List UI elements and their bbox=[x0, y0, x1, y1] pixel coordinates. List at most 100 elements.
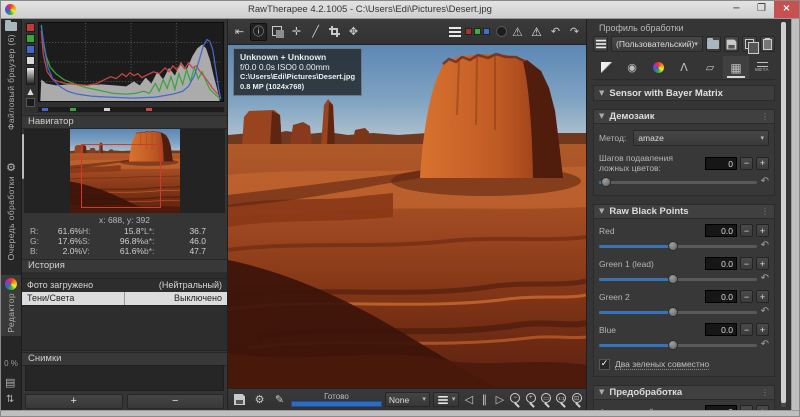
histogram-raw-toggle[interactable] bbox=[26, 98, 35, 107]
hand-tool-button[interactable]: ✥ bbox=[345, 23, 362, 41]
checkbox-checked-icon[interactable]: ✓ bbox=[599, 359, 610, 370]
tab-file-browser[interactable]: Файловый браузер (6) bbox=[1, 19, 21, 133]
zoom-crop-button[interactable]: ⊡ bbox=[571, 392, 583, 408]
pause-button[interactable]: ∥ bbox=[478, 391, 490, 409]
histogram-bar-toggle[interactable]: ▲ bbox=[26, 87, 35, 96]
maximize-button[interactable]: ❐ bbox=[749, 1, 774, 18]
tab-metadata[interactable]: META bbox=[749, 56, 775, 79]
reset-icon[interactable]: ↶ bbox=[761, 340, 769, 350]
histogram-luma-toggle[interactable] bbox=[26, 56, 35, 65]
shadow-clipping-icon[interactable]: ⚠ bbox=[509, 23, 526, 41]
zoom-in-button[interactable]: + bbox=[525, 392, 537, 408]
tab-exposure[interactable] bbox=[593, 56, 619, 79]
increment-button[interactable]: + bbox=[756, 156, 769, 170]
histogram-red-toggle[interactable] bbox=[26, 23, 35, 32]
green1-slider[interactable] bbox=[599, 273, 757, 285]
copy-profile-button[interactable] bbox=[741, 36, 759, 54]
save-image-button[interactable] bbox=[231, 391, 248, 409]
straighten-button[interactable]: ╱ bbox=[307, 23, 324, 41]
add-snapshot-button[interactable]: + bbox=[25, 394, 123, 409]
close-button[interactable]: × bbox=[774, 0, 799, 18]
title-bar[interactable]: RawTherapee 4.2.1005 - C:\Users\Edi\Pict… bbox=[1, 0, 799, 19]
sensor-header[interactable]: ▼ Sensor with Bayer Matrix bbox=[593, 85, 775, 101]
tab-queue[interactable]: ⚙ Очередь обработки bbox=[1, 159, 21, 263]
preview-filter-select[interactable]: ▾ bbox=[432, 392, 460, 407]
green2-value[interactable]: 0.0 bbox=[705, 290, 737, 303]
blue-slider[interactable] bbox=[599, 339, 757, 351]
luminosity-preview-icon[interactable] bbox=[496, 26, 507, 37]
increment-button[interactable]: + bbox=[756, 257, 769, 270]
tool-menu-icon[interactable]: ⋮ bbox=[761, 388, 769, 397]
tool-menu-icon[interactable]: ⋮ bbox=[761, 207, 769, 216]
list-panel-icon[interactable]: ▤ bbox=[5, 377, 15, 388]
toggle-panels-icon[interactable]: ⇅ bbox=[6, 395, 14, 405]
green2-slider[interactable] bbox=[599, 306, 757, 318]
slider-handle[interactable] bbox=[600, 177, 611, 187]
snapshots-list[interactable] bbox=[25, 365, 224, 391]
blue-value[interactable]: 0.0 bbox=[705, 323, 737, 336]
preprocessing-header[interactable]: ▼ Предобработка ⋮ bbox=[594, 386, 774, 400]
decrement-button[interactable]: − bbox=[740, 224, 753, 237]
decrement-button[interactable]: − bbox=[740, 156, 753, 170]
slider-handle[interactable] bbox=[668, 241, 679, 251]
zoom-100-button[interactable]: 1:1 bbox=[555, 392, 567, 408]
history-row[interactable]: Фото загружено (Нейтральный) bbox=[22, 279, 227, 293]
slider-handle[interactable] bbox=[668, 307, 679, 317]
fill-mode-button[interactable] bbox=[593, 36, 609, 52]
reset-icon[interactable]: ↶ bbox=[761, 177, 769, 187]
redo-button[interactable]: ↷ bbox=[566, 23, 583, 41]
increment-button[interactable]: + bbox=[756, 323, 769, 336]
collapse-left-panel-button[interactable]: ⇤ bbox=[231, 23, 248, 41]
green1-value[interactable]: 0.0 bbox=[705, 257, 737, 270]
send-to-editor-button[interactable]: ✎ bbox=[271, 391, 288, 409]
info-button[interactable]: ⓘ bbox=[250, 22, 267, 41]
histogram-green-toggle[interactable] bbox=[26, 34, 35, 43]
right-panel-scrollbar[interactable] bbox=[781, 22, 786, 407]
decrement-button[interactable]: − bbox=[740, 323, 753, 336]
history-row-selected[interactable]: Тени/Света Выключено bbox=[22, 292, 227, 306]
tab-color[interactable] bbox=[645, 56, 671, 79]
paste-profile-button[interactable] bbox=[759, 36, 775, 52]
tab-editor[interactable]: Редактор bbox=[1, 275, 21, 337]
demosaic-header[interactable]: ▼ Демозаик ⋮ bbox=[594, 110, 774, 124]
decrement-button[interactable]: − bbox=[740, 257, 753, 270]
false-color-value[interactable]: 0 bbox=[705, 156, 737, 170]
channel-red-toggle[interactable] bbox=[465, 28, 472, 35]
whitebalance-picker-button[interactable]: ✛ bbox=[288, 23, 305, 41]
tab-raw[interactable]: ▦ bbox=[723, 56, 749, 79]
zoom-out-button[interactable]: − bbox=[509, 392, 521, 408]
tab-transform[interactable]: ▱ bbox=[697, 56, 723, 79]
image-preview[interactable]: Unknown + Unknown f/0.0 0.0s ISO0 0.00mm… bbox=[228, 45, 586, 389]
slider-handle[interactable] bbox=[668, 340, 679, 350]
previous-image-button[interactable]: ◁ bbox=[462, 391, 475, 409]
minimize-button[interactable]: − bbox=[724, 1, 749, 18]
histogram-chroma-toggle[interactable] bbox=[26, 67, 35, 85]
navigator-view-rect[interactable] bbox=[81, 144, 161, 208]
tool-menu-icon[interactable]: ⋮ bbox=[761, 112, 769, 121]
raw-black-header[interactable]: ▼ Raw Black Points ⋮ bbox=[594, 205, 774, 219]
preview-modes-button[interactable] bbox=[446, 23, 463, 41]
increment-button[interactable]: + bbox=[756, 290, 769, 303]
reset-icon[interactable]: ↶ bbox=[761, 274, 769, 284]
red-value[interactable]: 0.0 bbox=[705, 224, 737, 237]
next-image-button[interactable]: ▷ bbox=[493, 391, 506, 409]
red-slider[interactable] bbox=[599, 240, 757, 252]
link-greens-row[interactable]: ✓ Два зеленых совместно bbox=[599, 359, 769, 370]
send-to-queue-button[interactable]: ⚙ bbox=[251, 391, 268, 409]
slider-handle[interactable] bbox=[668, 274, 679, 284]
decrement-button[interactable]: − bbox=[740, 290, 753, 303]
reset-icon[interactable]: ↶ bbox=[761, 307, 769, 317]
histogram-blue-toggle[interactable] bbox=[26, 45, 35, 54]
before-after-button[interactable] bbox=[269, 23, 286, 41]
tab-detail[interactable]: ◉ bbox=[619, 56, 645, 79]
profile-select[interactable]: (Пользовательский) ▾ bbox=[611, 36, 703, 52]
tab-advanced[interactable]: Λ bbox=[671, 56, 697, 79]
false-color-slider[interactable] bbox=[599, 176, 757, 188]
profile-quick-select[interactable]: None ▾ bbox=[384, 392, 430, 407]
reset-icon[interactable]: ↶ bbox=[761, 241, 769, 251]
save-profile-button[interactable] bbox=[723, 36, 739, 52]
zoom-fit-button[interactable]: ▭ bbox=[540, 392, 552, 408]
demosaic-method-select[interactable]: amaze ▾ bbox=[633, 130, 769, 146]
load-profile-button[interactable] bbox=[705, 36, 721, 52]
highlight-clipping-icon[interactable]: ⚠ bbox=[528, 23, 545, 41]
